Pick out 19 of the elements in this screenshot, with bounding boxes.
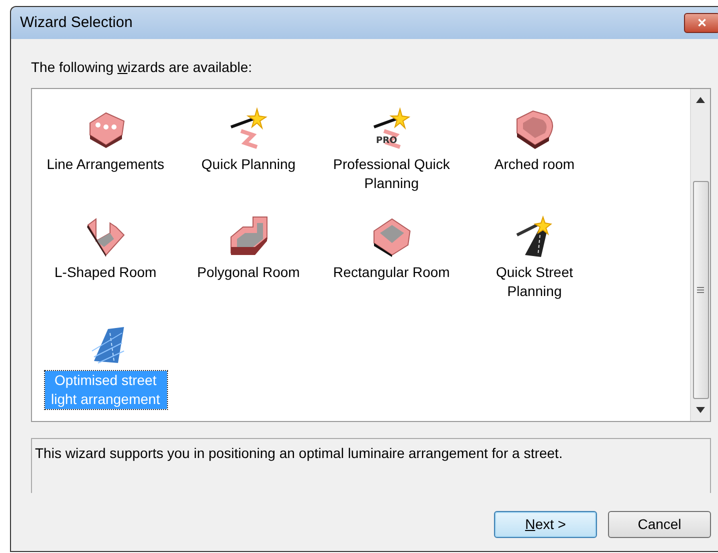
wizard-item[interactable]: Professional Quick Planning (324, 155, 460, 193)
scroll-up-icon[interactable] (696, 97, 705, 103)
description-text: This wizard supports you in positioning an optimal luminaire arrangement for a street. (31, 438, 711, 493)
window-title: Wizard Selection (20, 12, 133, 33)
cancel-button[interactable]: Cancel (608, 511, 711, 538)
wizard-item[interactable]: Rectangular Room (331, 263, 452, 282)
wizard-item[interactable]: Quick Planning (199, 155, 298, 174)
wizard-item[interactable]: L-Shaped Room (52, 263, 158, 282)
grip-icon (697, 287, 704, 293)
scrollbar[interactable] (690, 89, 710, 421)
pro-label: PRO (376, 136, 397, 146)
wizard-item[interactable]: Line Arrangements (44, 155, 166, 174)
scroll-down-icon[interactable] (696, 407, 705, 414)
wizard-item[interactable]: Polygonal Room (195, 263, 302, 282)
wizard-item[interactable]: Arched room (492, 155, 577, 174)
scroll-thumb[interactable] (692, 180, 708, 400)
prompt-label: The following wizards are available: (31, 58, 254, 77)
wizard-item[interactable]: Quick Street Planning (466, 263, 602, 301)
next-button[interactable]: Next > (494, 511, 597, 538)
